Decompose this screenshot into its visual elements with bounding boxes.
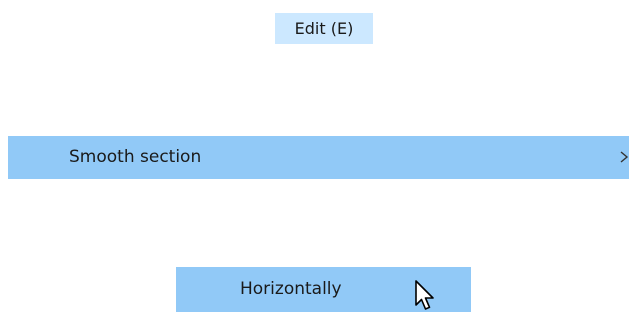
smooth-section-menu-item[interactable]: Smooth section: [8, 136, 629, 179]
mouse-pointer-icon: [414, 280, 438, 312]
edit-menu-label: Edit (E): [294, 19, 354, 38]
edit-menu-title[interactable]: Edit (E): [275, 13, 373, 44]
chevron-right-icon: [619, 136, 629, 179]
smooth-section-label: Smooth section: [69, 147, 202, 167]
horizontally-label: Horizontally: [240, 279, 342, 299]
